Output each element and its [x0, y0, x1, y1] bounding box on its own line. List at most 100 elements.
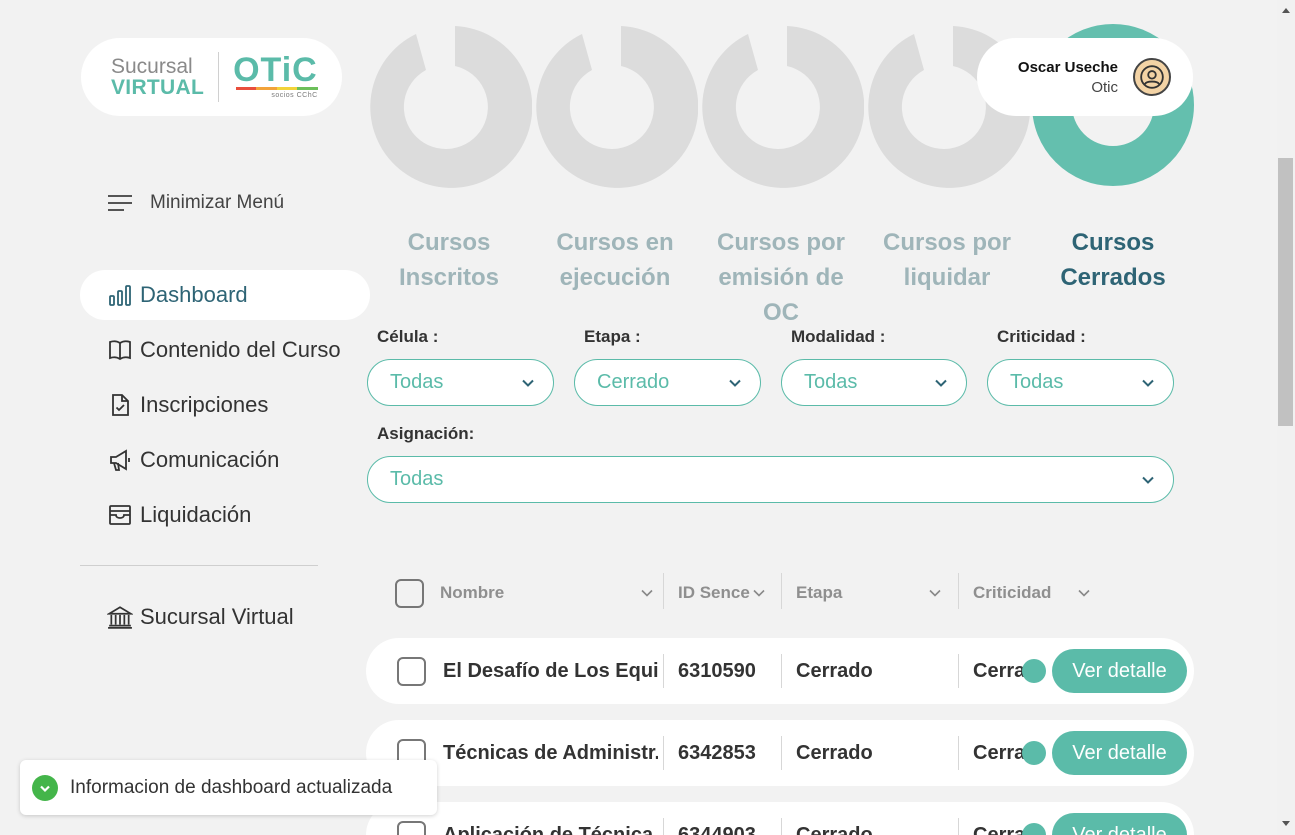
row-checkbox-cell[interactable]: [397, 638, 426, 704]
criticidad-status-dot: [1022, 659, 1046, 683]
bank-icon: [107, 604, 133, 630]
filter-modalidad-label: Modalidad :: [791, 327, 886, 346]
sidebar-nav: Dashboard Contenido del Curso Inscripcio…: [80, 270, 370, 545]
filter-etapa-label: Etapa :: [584, 327, 641, 346]
chevron-down-icon: [753, 589, 765, 597]
filter-etapa-select[interactable]: Cerrado: [574, 359, 761, 406]
column-divider: [781, 573, 782, 609]
summary-label-line1: Cursos: [1071, 229, 1155, 256]
donut-cursos-ejecucion[interactable]: [532, 22, 698, 190]
summary-label-line1: Cursos por: [716, 229, 845, 256]
user-org: Otic: [1091, 78, 1118, 96]
filter-asignacion-select[interactable]: Todas: [367, 456, 1174, 503]
document-check-icon: [107, 392, 133, 418]
ver-detalle-button[interactable]: Ver detalle: [1052, 649, 1187, 693]
brand-logo[interactable]: Sucursal VIRTUAL OTiC socios CChC: [81, 38, 342, 116]
book-icon: [107, 337, 133, 363]
sidebar-item-label: Sucursal Virtual: [140, 604, 294, 629]
summary-label-line2: Cerrados: [1060, 264, 1166, 291]
checkbox[interactable]: [397, 656, 426, 686]
column-header-label: Nombre: [440, 583, 505, 602]
cell-nombre: El Desafío de Los Equi...: [443, 659, 658, 682]
summary-label-line1: Cursos: [407, 229, 491, 256]
column-divider: [958, 654, 959, 688]
sidebar-divider: [80, 565, 318, 566]
cell-id-sence: 6342853: [678, 741, 756, 764]
cell-etapa: Cerrado: [796, 659, 873, 682]
column-divider: [663, 654, 664, 688]
logo-divider: [218, 52, 220, 102]
minimize-menu-label: Minimizar Menú: [150, 192, 285, 213]
column-divider: [663, 573, 664, 609]
chevron-down-icon: [935, 379, 947, 387]
cell-criticidad: Cerra: [973, 823, 1025, 835]
sidebar-item-comunicacion[interactable]: Comunicación: [80, 435, 370, 485]
select-all-checkbox[interactable]: [395, 573, 424, 613]
table-header: Nombre ID Sence Etapa Criticidad: [366, 573, 1194, 613]
sidebar-item-sucursal-virtual[interactable]: Sucursal Virtual: [80, 592, 370, 642]
checkbox[interactable]: [397, 820, 426, 835]
summary-label-inscritos[interactable]: Cursos Inscritos: [366, 225, 532, 295]
chevron-down-icon: [522, 379, 534, 387]
sidebar-item-label: Inscripciones: [140, 392, 269, 417]
chevron-down-icon: [929, 589, 941, 597]
column-header-label: Criticidad: [973, 583, 1052, 602]
column-header-id-sence[interactable]: ID Sence: [678, 573, 766, 613]
chevron-down-icon: [729, 379, 741, 387]
summary-label-line1: Cursos en: [556, 229, 674, 256]
cell-id-sence: 6344903: [678, 823, 756, 835]
column-header-label: ID Sence: [678, 583, 750, 602]
scroll-up-arrow-icon[interactable]: [1282, 8, 1290, 13]
avatar[interactable]: [1133, 58, 1171, 96]
scrollbar-thumb[interactable]: [1278, 158, 1293, 426]
user-icon: [1140, 65, 1164, 89]
megaphone-icon: [107, 447, 133, 473]
filter-celula-label: Célula :: [377, 327, 439, 346]
user-name: Oscar Useche: [1017, 58, 1118, 76]
filter-criticidad-value: Todas: [1010, 371, 1064, 393]
column-header-nombre[interactable]: Nombre: [440, 573, 654, 613]
sidebar-item-label: Contenido del Curso: [140, 337, 341, 362]
bar-chart-icon: [107, 282, 133, 308]
toast-notification[interactable]: Informacion de dashboard actualizada: [20, 760, 437, 815]
column-header-label: Etapa: [796, 583, 843, 602]
donut-cursos-emision-oc[interactable]: [698, 22, 864, 190]
sidebar-bottom: Sucursal Virtual: [80, 592, 370, 647]
summary-label-line2: emisión de OC: [718, 264, 844, 326]
sidebar-item-contenido[interactable]: Contenido del Curso: [80, 325, 370, 375]
sidebar-item-dashboard[interactable]: Dashboard: [80, 270, 370, 320]
summary-label-emision-oc[interactable]: Cursos por emisión de OC: [698, 225, 864, 330]
summary-label-liquidar[interactable]: Cursos por liquidar: [864, 225, 1030, 295]
sidebar-item-label: Dashboard: [140, 282, 248, 307]
logo-sucursal-text: Sucursal: [111, 55, 193, 78]
column-header-criticidad[interactable]: Criticidad: [973, 573, 1091, 613]
minimize-menu-button[interactable]: Minimizar Menú: [108, 192, 284, 214]
summary-label-line2: Inscritos: [398, 264, 500, 291]
sidebar-item-inscripciones[interactable]: Inscripciones: [80, 380, 370, 430]
sidebar-item-liquidacion[interactable]: Liquidación: [80, 490, 370, 540]
scroll-down-arrow-icon[interactable]: [1282, 821, 1290, 826]
user-menu[interactable]: Oscar Useche Otic: [977, 38, 1193, 116]
filter-asignacion-value: Todas: [390, 468, 444, 490]
cell-etapa: Cerrado: [796, 741, 873, 764]
success-check-icon: [32, 774, 58, 801]
column-divider: [781, 818, 782, 835]
chevron-down-icon: [1142, 379, 1154, 387]
donut-cursos-inscritos[interactable]: [366, 22, 532, 190]
filter-celula-select[interactable]: Todas: [367, 359, 554, 406]
logo-otic-text: OTiC: [233, 51, 318, 89]
summary-label-line1: Cursos por: [882, 229, 1011, 256]
filter-criticidad-select[interactable]: Todas: [987, 359, 1174, 406]
summary-label-line2: liquidar: [903, 264, 991, 291]
cell-etapa: Cerrado: [796, 823, 873, 835]
table-row: El Desafío de Los Equi... 6310590 Cerrad…: [366, 638, 1194, 704]
summary-label-ejecucion[interactable]: Cursos en ejecución: [532, 225, 698, 295]
checkbox[interactable]: [395, 578, 424, 608]
ver-detalle-button[interactable]: Ver detalle: [1052, 731, 1187, 775]
archive-box-icon: [107, 502, 133, 528]
ver-detalle-button[interactable]: Ver detalle: [1052, 813, 1187, 835]
summary-label-cerrados[interactable]: Cursos Cerrados: [1030, 225, 1196, 295]
column-header-etapa[interactable]: Etapa: [796, 573, 942, 613]
page-scrollbar[interactable]: [1277, 0, 1295, 835]
filter-modalidad-select[interactable]: Todas: [781, 359, 967, 406]
